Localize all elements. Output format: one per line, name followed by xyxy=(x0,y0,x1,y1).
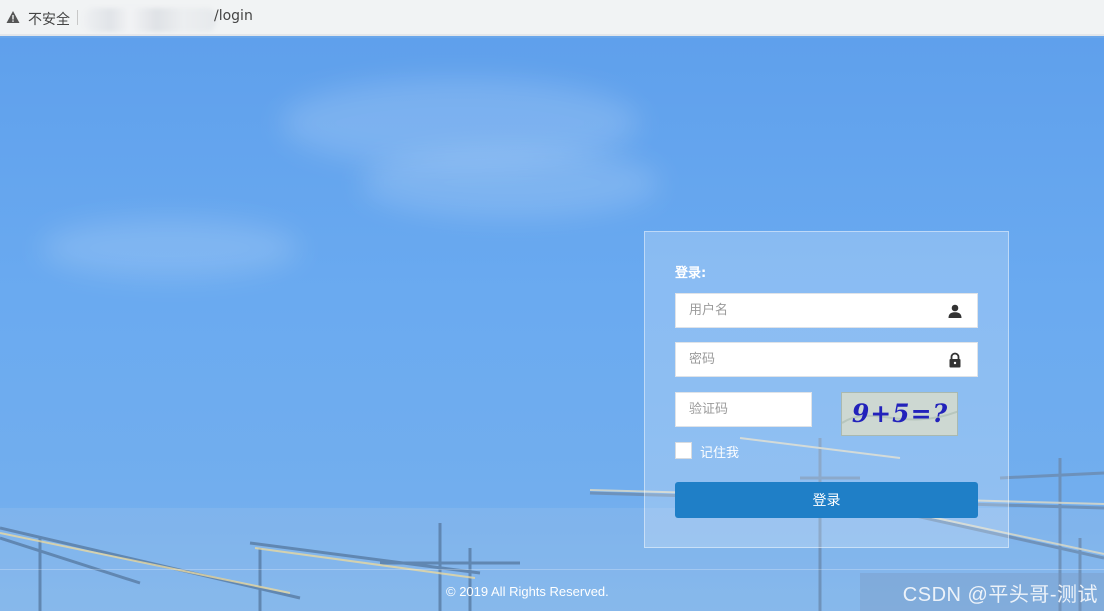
username-field[interactable] xyxy=(675,293,978,328)
security-status[interactable]: 不安全 xyxy=(28,9,70,29)
password-input[interactable] xyxy=(676,343,977,376)
url-redacted-host xyxy=(84,8,216,32)
csdn-watermark: CSDN @平头哥-测试 xyxy=(902,584,1098,606)
login-panel: 登录: 9+5=? 记住我 登录 xyxy=(644,231,1009,548)
login-title: 登录: xyxy=(675,266,707,281)
url-path[interactable]: /login xyxy=(214,8,253,24)
browser-address-bar[interactable]: 不安全 /login xyxy=(0,0,1104,36)
username-input[interactable] xyxy=(676,294,977,327)
captcha-image[interactable]: 9+5=? xyxy=(841,392,958,436)
lock-icon xyxy=(949,352,961,368)
remember-me-label[interactable]: 记住我 xyxy=(700,442,739,461)
captcha-input[interactable] xyxy=(676,393,811,426)
captcha-graphic: 9+5=? xyxy=(842,393,957,435)
copyright-text: © 2019 All Rights Reserved. xyxy=(446,584,609,599)
password-field[interactable] xyxy=(675,342,978,377)
remember-me-checkbox[interactable] xyxy=(675,442,692,459)
user-icon xyxy=(948,304,962,318)
captcha-field[interactable] xyxy=(675,392,812,427)
footer-divider xyxy=(0,569,1104,570)
login-button[interactable]: 登录 xyxy=(675,482,978,518)
warning-triangle-icon xyxy=(6,11,20,23)
address-divider xyxy=(77,10,78,25)
captcha-text: 9+5=? xyxy=(852,399,948,428)
